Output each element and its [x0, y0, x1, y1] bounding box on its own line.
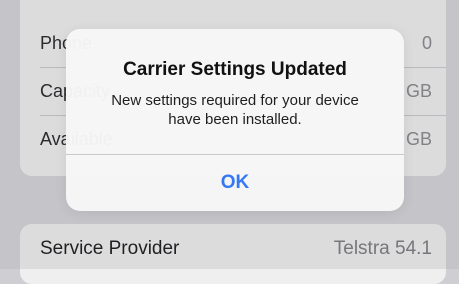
- carrier-settings-alert: Carrier Settings Updated New settings re…: [66, 29, 404, 211]
- settings-screen: Phone 0 Capacity GB Available GB Service…: [0, 0, 459, 284]
- ok-button[interactable]: OK: [66, 155, 404, 211]
- alert-message: New settings required for your device ha…: [111, 92, 359, 128]
- alert-title: Carrier Settings Updated: [123, 59, 347, 80]
